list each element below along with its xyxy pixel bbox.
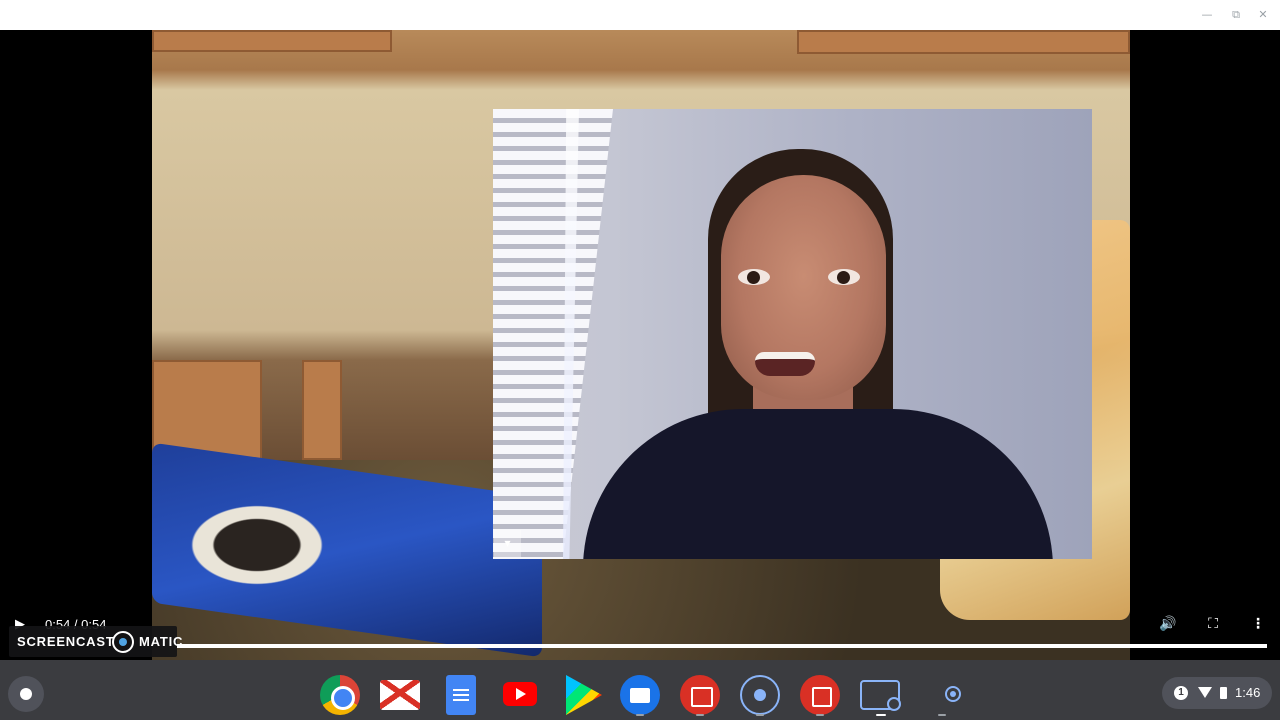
chromeos-shelf: 1 1:46 [0, 660, 1280, 720]
running-indicator [756, 714, 764, 716]
cabinet-lower-mid [302, 360, 342, 460]
cabinet-upper-right [797, 30, 1130, 54]
running-indicator [696, 714, 704, 716]
notification-count-badge[interactable]: 1 [1174, 686, 1188, 700]
video-frame-kitchen: ▾ [152, 30, 1130, 660]
chrome-icon[interactable] [320, 675, 360, 715]
watermark-text-left: SCREENCAST [17, 634, 115, 649]
close-icon[interactable]: ✕ [1255, 7, 1271, 23]
play-store-icon[interactable] [566, 675, 602, 715]
screen-recorder-icon[interactable] [860, 680, 901, 711]
video-player[interactable]: ▾ ▶ 0:54 / 0:54 🔊 ⛶ ⋮ SCREENCAST MATIC [0, 30, 1280, 660]
cabinet-upper-left [152, 30, 392, 52]
screencast-logo-icon [112, 631, 134, 653]
window-blinds [493, 109, 613, 559]
files-icon[interactable] [620, 675, 660, 715]
wifi-icon [1198, 687, 1212, 698]
progress-bar[interactable] [177, 644, 1267, 648]
minimize-icon[interactable]: — [1199, 7, 1215, 23]
launcher-icon[interactable] [8, 676, 44, 712]
pip-collapse-icon[interactable]: ▾ [494, 530, 521, 557]
record-icon[interactable] [945, 686, 961, 702]
person-mouth [755, 352, 815, 376]
person-eye-left [738, 269, 770, 285]
window-title-bar: — ⧉ ✕ [0, 0, 1280, 30]
gmail-icon[interactable] [380, 680, 420, 710]
battery-icon [1220, 687, 1227, 699]
screencast-o-matic-watermark[interactable]: SCREENCAST MATIC [9, 626, 182, 657]
picture-in-picture-webcam: ▾ [493, 109, 1092, 559]
person-eye-right [828, 269, 860, 285]
clock: 1:46 [1235, 685, 1261, 700]
volume-icon[interactable]: 🔊 [1158, 614, 1178, 634]
youtube-icon[interactable] [503, 682, 537, 706]
running-indicator [816, 714, 824, 716]
progress-fill [177, 644, 1267, 648]
gallery-icon[interactable] [800, 675, 840, 715]
docs-icon[interactable] [446, 675, 476, 715]
fullscreen-icon[interactable]: ⛶ [1203, 614, 1223, 634]
running-indicator [938, 714, 946, 716]
person-shirt [583, 409, 1053, 559]
cookie-image [182, 500, 332, 590]
maximize-icon[interactable]: ⧉ [1228, 7, 1244, 23]
status-tray[interactable]: 1 1:46 [1162, 677, 1272, 709]
screencast-icon[interactable] [740, 675, 780, 715]
active-indicator [876, 714, 886, 716]
video-editor-icon[interactable] [680, 675, 720, 715]
watermark-text-right: MATIC [139, 634, 184, 649]
more-options-icon[interactable]: ⋮ [1248, 614, 1268, 634]
running-indicator [636, 714, 644, 716]
player-controls: ▶ 0:54 / 0:54 🔊 ⛶ ⋮ [0, 605, 1280, 660]
